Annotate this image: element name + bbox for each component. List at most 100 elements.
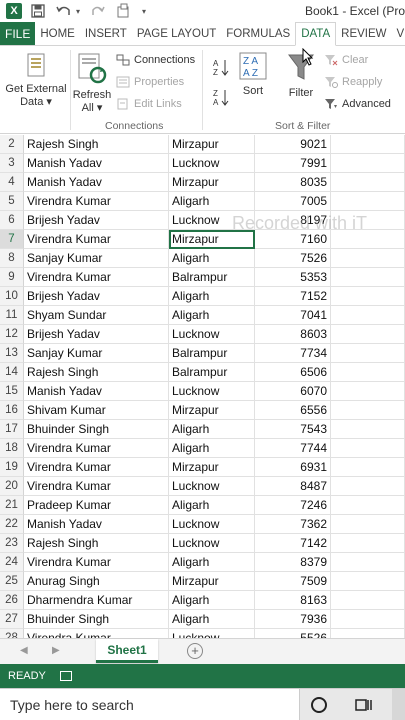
row-header[interactable]: 13 (0, 344, 24, 363)
cell-city[interactable]: Aligarh (169, 249, 255, 268)
cell-name[interactable]: Manish Yadav (24, 154, 169, 173)
tab-file[interactable]: FILE (0, 22, 36, 45)
cell-city[interactable]: Aligarh (169, 591, 255, 610)
cell-value[interactable]: 8379 (255, 553, 331, 572)
cell-value[interactable]: 8197 (255, 211, 331, 230)
cell-city[interactable]: Lucknow (169, 382, 255, 401)
cell-empty[interactable] (331, 610, 405, 629)
row-header[interactable]: 16 (0, 401, 24, 420)
row-header[interactable]: 19 (0, 458, 24, 477)
worksheet-grid[interactable]: 2 Rajesh Singh Mirzapur 9021 3 Manish Yadav Lu… (0, 135, 405, 638)
cell-name[interactable]: Brijesh Yadav (24, 325, 169, 344)
cell-name[interactable]: Manish Yadav (24, 515, 169, 534)
sheet-nav-right-icon[interactable]: ▶ (52, 645, 60, 656)
redo-icon[interactable] (88, 2, 108, 20)
row-header[interactable]: 2 (0, 135, 24, 154)
cell-value[interactable]: 8603 (255, 325, 331, 344)
cell-name[interactable]: Manish Yadav (24, 173, 169, 192)
cell-empty[interactable] (331, 135, 405, 154)
cell-empty[interactable] (331, 553, 405, 572)
cell-value[interactable]: 7991 (255, 154, 331, 173)
cell-empty[interactable] (331, 534, 405, 553)
cell-name[interactable]: Virendra Kumar (24, 458, 169, 477)
cell-city[interactable]: Aligarh (169, 496, 255, 515)
cell-name[interactable]: Bhuinder Singh (24, 610, 169, 629)
row-header[interactable]: 7 (0, 230, 24, 249)
row-header[interactable]: 17 (0, 420, 24, 439)
cell-name[interactable]: Rajesh Singh (24, 534, 169, 553)
tab-formulas[interactable]: FORMULAS (221, 22, 295, 45)
cell-name[interactable]: Virendra Kumar (24, 268, 169, 287)
row-header[interactable]: 27 (0, 610, 24, 629)
cell-city[interactable]: Aligarh (169, 610, 255, 629)
advanced-filter-button[interactable]: Advanced (324, 98, 391, 110)
cell-city[interactable]: Balrampur (169, 344, 255, 363)
cell-empty[interactable] (331, 629, 405, 638)
cell-empty[interactable] (331, 192, 405, 211)
cell-empty[interactable] (331, 287, 405, 306)
tab-page-layout[interactable]: PAGE LAYOUT (132, 22, 221, 45)
cell-city[interactable]: Lucknow (169, 154, 255, 173)
cell-empty[interactable] (331, 230, 405, 249)
row-header[interactable]: 18 (0, 439, 24, 458)
cell-value[interactable]: 7160 (255, 230, 331, 249)
cell-city[interactable]: Balrampur (169, 268, 255, 287)
cell-name[interactable]: Anurag Singh (24, 572, 169, 591)
customize-quick-access-icon[interactable]: ▾ (140, 2, 148, 20)
cell-value[interactable]: 9021 (255, 135, 331, 154)
cell-empty[interactable] (331, 154, 405, 173)
cell-empty[interactable] (331, 515, 405, 534)
cell-name[interactable]: Shivam Kumar (24, 401, 169, 420)
row-header[interactable]: 9 (0, 268, 24, 287)
cell-value[interactable]: 8487 (255, 477, 331, 496)
cell-empty[interactable] (331, 439, 405, 458)
row-header[interactable]: 10 (0, 287, 24, 306)
cell-value[interactable]: 7734 (255, 344, 331, 363)
cell-city[interactable]: Balrampur (169, 363, 255, 382)
cell-value[interactable]: 7041 (255, 306, 331, 325)
row-header[interactable]: 24 (0, 553, 24, 572)
cell-empty[interactable] (331, 477, 405, 496)
cell-city[interactable]: Mirzapur (169, 230, 255, 249)
taskbar-search-input[interactable]: Type here to search (0, 689, 300, 720)
cell-value[interactable]: 6556 (255, 401, 331, 420)
cell-name[interactable]: Shyam Sundar (24, 306, 169, 325)
row-header[interactable]: 15 (0, 382, 24, 401)
task-view-icon[interactable] (355, 697, 373, 713)
row-header[interactable]: 22 (0, 515, 24, 534)
undo-icon[interactable] (54, 2, 74, 20)
tab-data[interactable]: DATA (295, 22, 337, 46)
row-header[interactable]: 5 (0, 192, 24, 211)
cell-value[interactable]: 6506 (255, 363, 331, 382)
cell-empty[interactable] (331, 591, 405, 610)
cell-value[interactable]: 7362 (255, 515, 331, 534)
refresh-all-button[interactable]: Refresh All ▾ (72, 52, 112, 114)
cell-value[interactable]: 7509 (255, 572, 331, 591)
cell-city[interactable]: Mirzapur (169, 401, 255, 420)
properties-button[interactable]: Properties (116, 76, 184, 88)
cell-name[interactable]: Rajesh Singh (24, 363, 169, 382)
cell-name[interactable]: Sanjay Kumar (24, 344, 169, 363)
cell-name[interactable]: Rajesh Singh (24, 135, 169, 154)
save-icon[interactable] (28, 2, 48, 20)
cell-value[interactable]: 7005 (255, 192, 331, 211)
cell-empty[interactable] (331, 173, 405, 192)
cell-value[interactable]: 8163 (255, 591, 331, 610)
row-header[interactable]: 8 (0, 249, 24, 268)
cell-name[interactable]: Pradeep Kumar (24, 496, 169, 515)
cell-name[interactable]: Brijesh Yadav (24, 287, 169, 306)
sort-button[interactable]: Z AA Z Sort (236, 52, 270, 97)
cell-empty[interactable] (331, 344, 405, 363)
cell-name[interactable]: Dharmendra Kumar (24, 591, 169, 610)
cell-value[interactable]: 7936 (255, 610, 331, 629)
cell-city[interactable]: Aligarh (169, 553, 255, 572)
cell-value[interactable]: 8035 (255, 173, 331, 192)
cell-city[interactable]: Lucknow (169, 534, 255, 553)
sort-ascending-button[interactable]: AZ (213, 58, 229, 76)
undo-dropdown-icon[interactable]: ▾ (74, 2, 82, 20)
row-header[interactable]: 3 (0, 154, 24, 173)
excel-app-icon[interactable]: X (6, 2, 22, 20)
cell-value[interactable]: 7142 (255, 534, 331, 553)
quick-access-custom-icon[interactable] (114, 2, 134, 20)
cell-name[interactable]: Virendra Kumar (24, 477, 169, 496)
